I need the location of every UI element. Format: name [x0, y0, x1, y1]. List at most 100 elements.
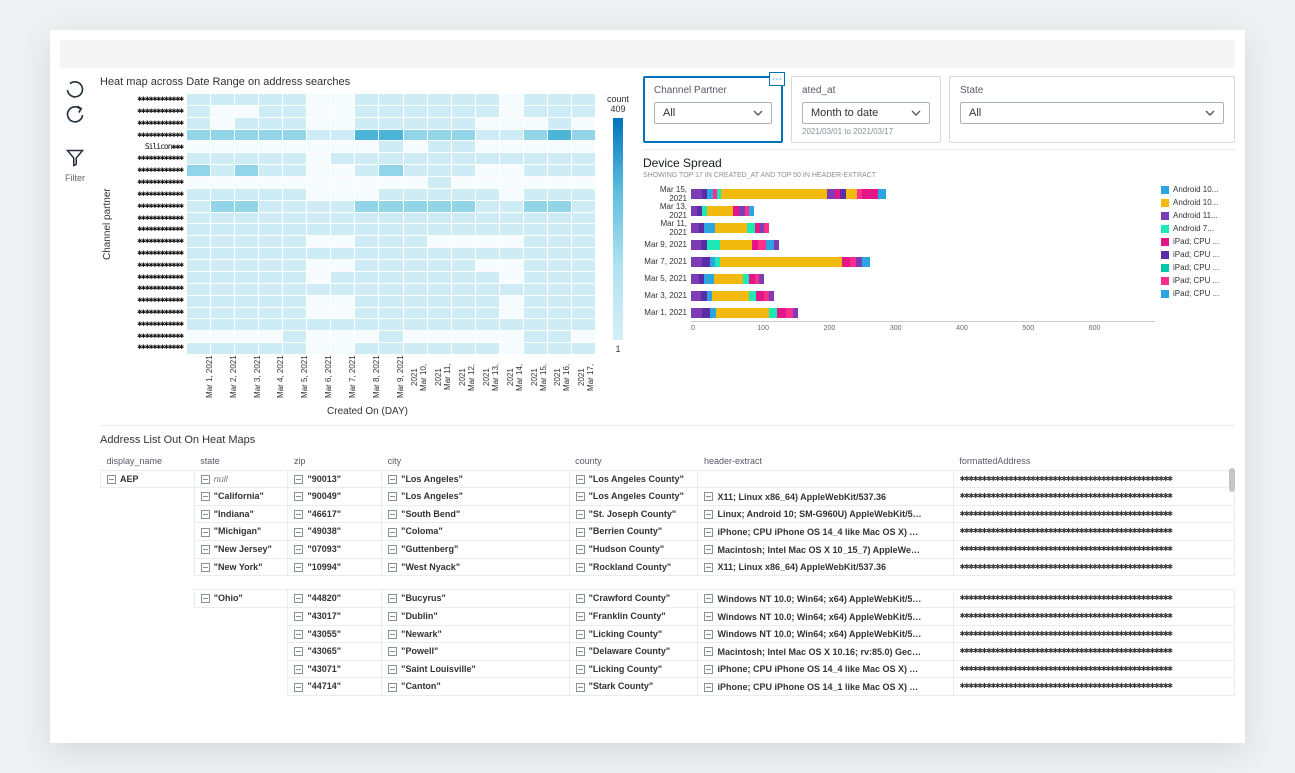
collapse-icon[interactable]	[576, 545, 585, 554]
table-row[interactable]: 43017DublinFranklin CountyWindows NT 10.…	[101, 607, 1235, 625]
collapse-icon[interactable]	[576, 528, 585, 537]
heatmap-cell[interactable]	[452, 153, 475, 164]
heatmap-cell[interactable]	[307, 284, 330, 295]
collapse-icon[interactable]	[294, 510, 303, 519]
heatmap-cell[interactable]	[187, 272, 210, 283]
heatmap-cell[interactable]	[524, 141, 547, 152]
heatmap-cell[interactable]	[331, 201, 354, 212]
collapse-icon[interactable]	[294, 545, 303, 554]
heatmap-cell[interactable]	[404, 319, 427, 330]
heatmap-cell[interactable]	[259, 272, 282, 283]
heatmap-cell[interactable]	[235, 224, 258, 235]
heatmap-cell[interactable]	[331, 153, 354, 164]
collapse-icon[interactable]	[704, 510, 713, 519]
heatmap-cell[interactable]	[500, 201, 523, 212]
heatmap-cell[interactable]	[355, 343, 378, 354]
heatmap-cell[interactable]	[259, 201, 282, 212]
collapse-icon[interactable]	[576, 630, 585, 639]
heatmap-cell[interactable]	[452, 213, 475, 224]
heatmap-cell[interactable]	[211, 224, 234, 235]
heatmap-cell[interactable]	[524, 201, 547, 212]
collapse-icon[interactable]	[388, 492, 397, 501]
channel-partner-filter[interactable]: ⋯ Channel Partner All	[643, 76, 783, 143]
collapse-icon[interactable]	[294, 683, 303, 692]
heatmap-cell[interactable]	[259, 130, 282, 141]
heatmap-cell[interactable]	[187, 177, 210, 188]
heatmap-cell[interactable]	[476, 165, 499, 176]
heatmap-cell[interactable]	[476, 260, 499, 271]
heatmap-cell[interactable]	[379, 213, 402, 224]
table-row[interactable]: Ohio44820BucyrusCrawford CountyWindows N…	[101, 590, 1235, 608]
heatmap-cell[interactable]	[259, 331, 282, 342]
heatmap-cell[interactable]	[524, 331, 547, 342]
heatmap-cell[interactable]	[379, 331, 402, 342]
heatmap-cell[interactable]	[476, 308, 499, 319]
collapse-icon[interactable]	[388, 594, 397, 603]
heatmap-cell[interactable]	[476, 141, 499, 152]
heatmap-cell[interactable]	[572, 260, 595, 271]
heatmap-cell[interactable]	[259, 189, 282, 200]
heatmap-cell[interactable]	[331, 130, 354, 141]
heatmap-cell[interactable]	[379, 308, 402, 319]
heatmap-cell[interactable]	[548, 118, 571, 129]
heatmap-cell[interactable]	[476, 130, 499, 141]
heatmap-cell[interactable]	[548, 319, 571, 330]
address-table[interactable]: display_name state zip city county heade…	[100, 452, 1235, 696]
heatmap-cell[interactable]	[235, 94, 258, 105]
table-row[interactable]: Michigan49038ColomaBerrien CountyiPhone;…	[101, 523, 1235, 541]
heatmap-cell[interactable]	[259, 319, 282, 330]
heatmap-cell[interactable]	[211, 319, 234, 330]
collapse-icon[interactable]	[576, 563, 585, 572]
heatmap-cell[interactable]	[283, 94, 306, 105]
heatmap-cell[interactable]	[452, 130, 475, 141]
heatmap-cell[interactable]	[572, 106, 595, 117]
collapse-icon[interactable]	[704, 563, 713, 572]
heatmap-cell[interactable]	[283, 284, 306, 295]
heatmap-cell[interactable]	[476, 343, 499, 354]
heatmap-cell[interactable]	[500, 165, 523, 176]
bar-row[interactable]: Mar 9, 2021	[643, 236, 1155, 253]
col-zip[interactable]: zip	[288, 452, 382, 471]
heatmap-cell[interactable]	[187, 153, 210, 164]
col-city[interactable]: city	[382, 452, 569, 471]
heatmap-cell[interactable]	[452, 260, 475, 271]
heatmap-cell[interactable]	[283, 130, 306, 141]
heatmap-cell[interactable]	[211, 165, 234, 176]
heatmap-cell[interactable]	[500, 248, 523, 259]
collapse-icon[interactable]	[201, 594, 210, 603]
collapse-icon[interactable]	[201, 510, 210, 519]
heatmap-cell[interactable]	[307, 153, 330, 164]
heatmap-cell[interactable]	[187, 343, 210, 354]
heatmap-cell[interactable]	[524, 130, 547, 141]
bar-row[interactable]: Mar 7, 2021	[643, 253, 1155, 270]
heatmap-cell[interactable]	[355, 248, 378, 259]
table-row[interactable]: New York10994West NyackRockland CountyX1…	[101, 558, 1235, 576]
heatmap-cell[interactable]	[428, 130, 451, 141]
heatmap-cell[interactable]	[211, 331, 234, 342]
heatmap-cell[interactable]	[476, 284, 499, 295]
heatmap-cell[interactable]	[524, 118, 547, 129]
heatmap-cell[interactable]	[428, 296, 451, 307]
heatmap-cell[interactable]	[187, 319, 210, 330]
collapse-icon[interactable]	[576, 647, 585, 656]
heatmap-cell[interactable]	[211, 248, 234, 259]
heatmap-cell[interactable]	[355, 213, 378, 224]
heatmap-cell[interactable]	[452, 296, 475, 307]
heatmap-cell[interactable]	[572, 284, 595, 295]
heatmap-cell[interactable]	[283, 201, 306, 212]
heatmap-cell[interactable]	[307, 236, 330, 247]
heatmap-cell[interactable]	[452, 319, 475, 330]
heatmap-cell[interactable]	[379, 296, 402, 307]
heatmap-cell[interactable]	[307, 224, 330, 235]
heatmap-cell[interactable]	[548, 260, 571, 271]
heatmap-cell[interactable]	[452, 201, 475, 212]
heatmap-cell[interactable]	[404, 284, 427, 295]
heatmap-cell[interactable]	[548, 331, 571, 342]
table-row[interactable]: Indiana46617South BendSt. Joseph CountyL…	[101, 505, 1235, 523]
heatmap-cell[interactable]	[500, 189, 523, 200]
state-select[interactable]: All	[960, 102, 1224, 124]
heatmap-cell[interactable]	[476, 201, 499, 212]
heatmap-cell[interactable]	[524, 153, 547, 164]
heatmap-cell[interactable]	[524, 213, 547, 224]
collapse-icon[interactable]	[294, 612, 303, 621]
